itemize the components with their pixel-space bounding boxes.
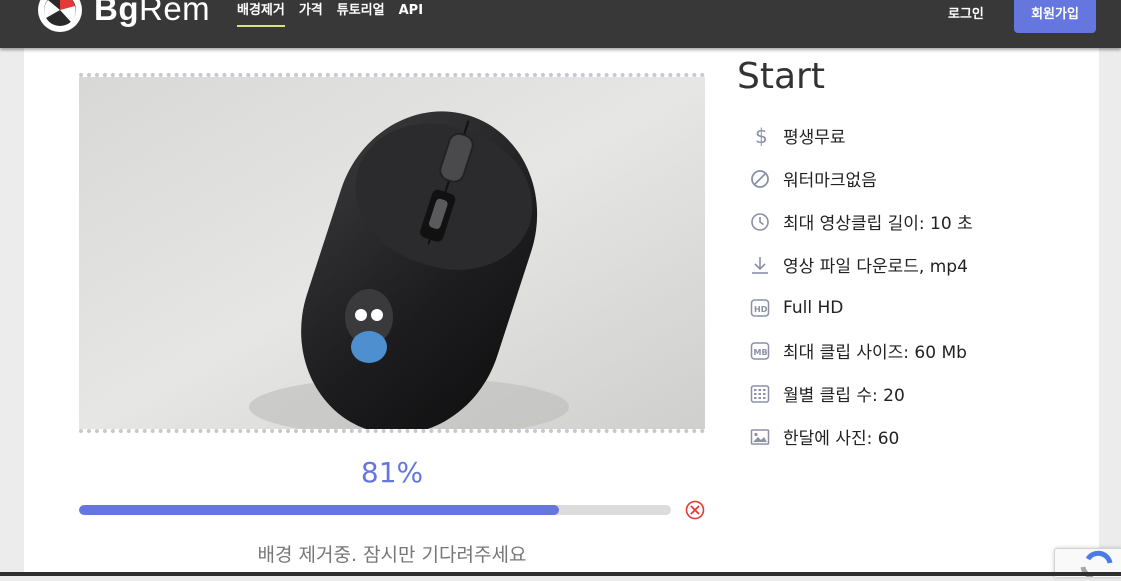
login-link[interactable]: 로그인	[948, 3, 984, 22]
progress-percent: 81%	[360, 456, 424, 489]
feature-item: MB 최대 클립 사이즈: 60 Mb	[749, 329, 973, 372]
feature-label: 워터마크없음	[783, 171, 877, 191]
hd-icon: HD	[749, 297, 771, 319]
brand-bold: Bg	[94, 0, 139, 27]
feature-item: 영상 파일 다운로드, mp4	[749, 243, 973, 286]
nav-item-remove-bg[interactable]: 배경제거	[237, 3, 285, 27]
feature-item: 워터마크없음	[749, 157, 973, 200]
feature-label: 최대 클립 사이즈: 60 Mb	[783, 343, 967, 363]
feature-item: $ 평생무료	[749, 114, 973, 157]
plan-title: Start	[737, 56, 825, 97]
top-navbar: BgRem 배경제거 가격 튜토리얼 API 로그인 회원가입	[0, 0, 1121, 48]
clock-icon	[749, 211, 771, 233]
feature-label: 영상 파일 다운로드, mp4	[783, 257, 968, 277]
nav-item-tutorial[interactable]: 튜토리얼	[337, 3, 385, 27]
svg-text:HD: HD	[754, 305, 768, 314]
nav-item-api[interactable]: API	[399, 3, 423, 27]
image-preview	[79, 73, 705, 433]
cancel-icon[interactable]	[685, 500, 705, 520]
logo-icon[interactable]	[38, 0, 82, 32]
feature-item: 월별 클립 수: 20	[749, 372, 973, 415]
feature-list: $ 평생무료 워터마크없음 최대 영상클립 길이: 10 초 영상 파일 다운로…	[749, 114, 973, 458]
progress-bar	[79, 505, 671, 515]
sticker-graphic	[345, 289, 393, 363]
content-card: 81% 배경 제거중. 잠시만 기다려주세요 Start $ 평생무료 워터마크…	[24, 48, 1099, 576]
svg-text:$: $	[755, 126, 768, 146]
bottom-edge	[0, 572, 1121, 576]
feature-label: 최대 영상클립 길이: 10 초	[783, 214, 973, 234]
feature-item: 최대 영상클립 길이: 10 초	[749, 200, 973, 243]
dollar-icon: $	[749, 125, 771, 147]
download-icon	[749, 254, 771, 276]
feature-label: Full HD	[783, 297, 844, 318]
status-message: 배경 제거중. 잠시만 기다려주세요	[257, 544, 527, 566]
mb-icon: MB	[749, 340, 771, 362]
main-nav: 배경제거 가격 튜토리얼 API	[237, 3, 423, 27]
calendar-icon	[749, 383, 771, 405]
feature-label: 한달에 사진: 60	[783, 429, 900, 449]
nav-item-pricing[interactable]: 가격	[299, 3, 323, 27]
feature-item: 한달에 사진: 60	[749, 415, 973, 458]
progress-fill	[79, 505, 559, 515]
feature-label: 평생무료	[783, 128, 846, 148]
mouse-photo	[79, 77, 705, 429]
feature-label: 월별 클립 수: 20	[783, 386, 905, 406]
signup-button[interactable]: 회원가입	[1014, 0, 1096, 33]
svg-text:MB: MB	[754, 348, 768, 357]
brand-light: Rem	[139, 0, 211, 27]
no-watermark-icon	[749, 168, 771, 190]
image-icon	[749, 426, 771, 448]
brand-name[interactable]: BgRem	[94, 0, 210, 30]
feature-item: HD Full HD	[749, 286, 973, 329]
